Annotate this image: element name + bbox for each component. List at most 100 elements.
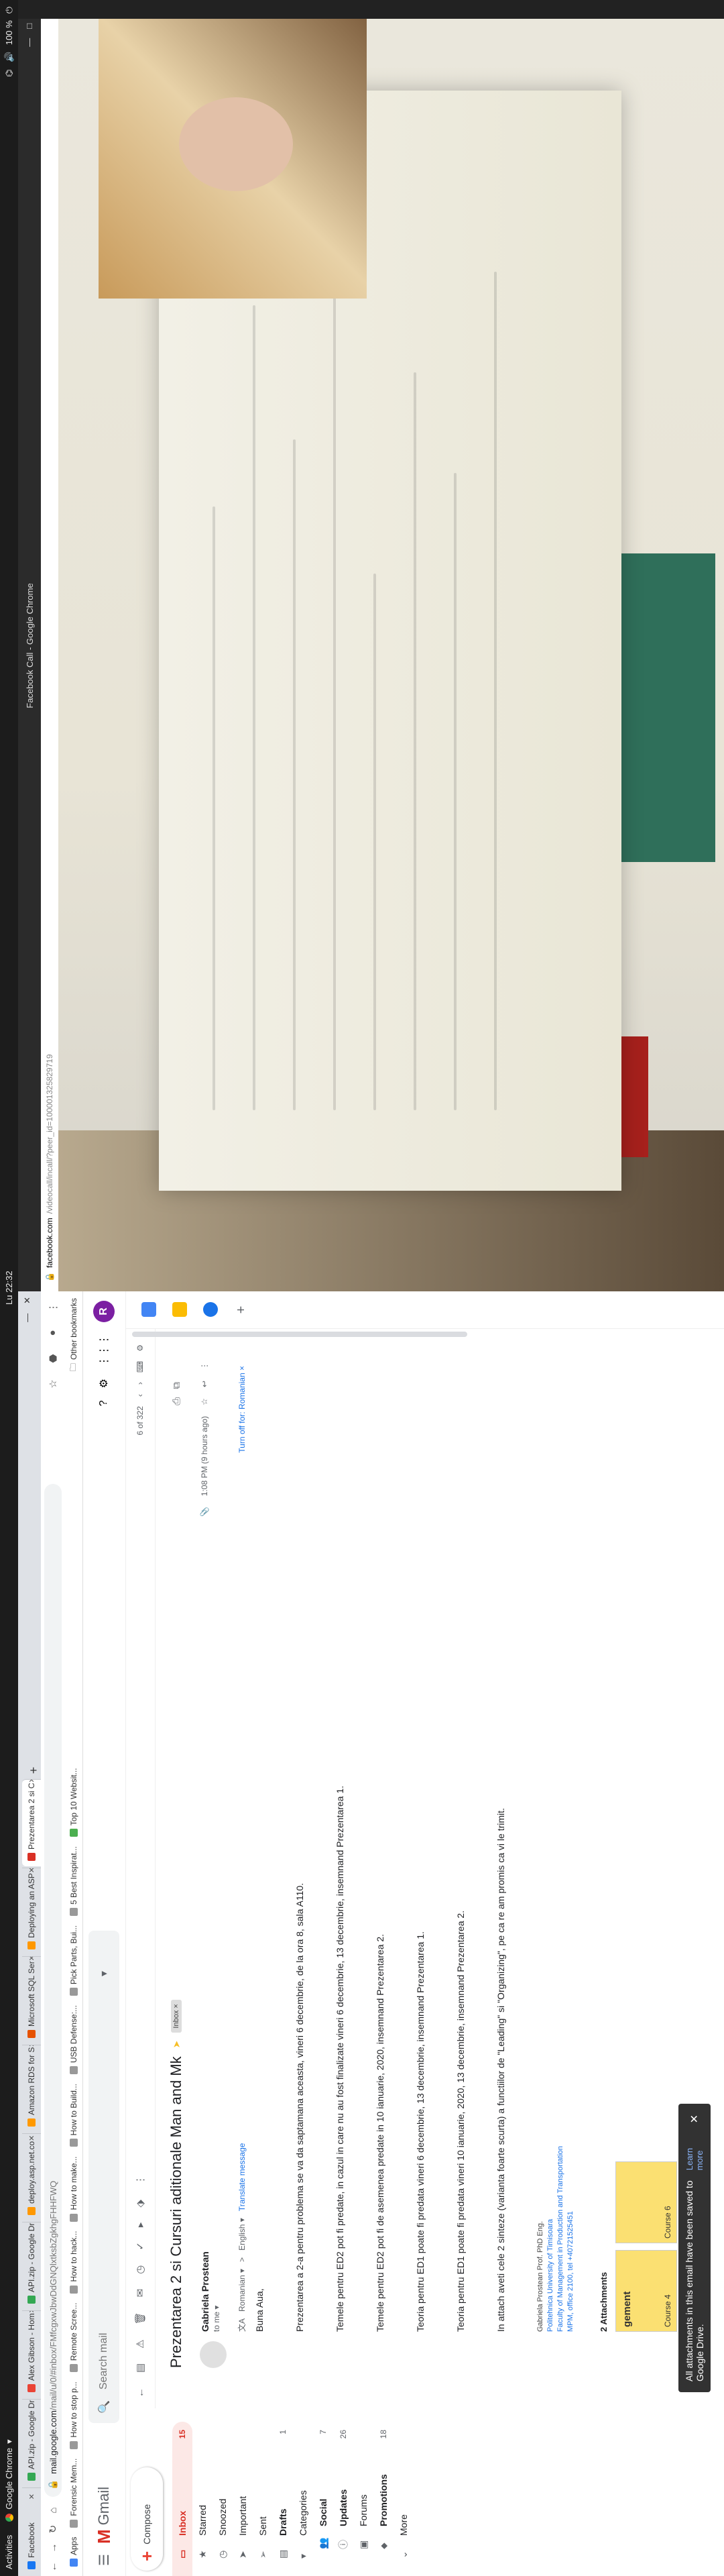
account-avatar[interactable]: R (93, 1301, 115, 1322)
message-scrollbar[interactable] (132, 1332, 467, 1337)
tab[interactable]: Facebook ✕ (22, 2487, 41, 2575)
attachment-card[interactable]: Course 6 (615, 2161, 677, 2243)
nav-promotions[interactable]: ⬥ Promotions 18 (373, 2422, 394, 2576)
older-chevron-icon[interactable]: › (135, 1382, 145, 1385)
close-icon[interactable]: ✕ (27, 2399, 36, 2400)
input-tools-icon[interactable]: ⌨ (135, 1361, 145, 1373)
profile-icon[interactable]: ● (47, 1324, 59, 1342)
nav-inbox[interactable]: ▭ Inbox 15 (172, 2422, 192, 2576)
close-icon[interactable]: ✕ (27, 2045, 36, 2047)
star-toggle-icon[interactable]: ☆ (200, 1398, 209, 1405)
tab-active[interactable]: Prezentarea 2 si C ✕ (22, 1779, 41, 1866)
inbox-label-chip[interactable]: Inbox × (171, 2000, 182, 2033)
settings-gear-icon[interactable]: ⚙ (97, 1379, 111, 1388)
add-task-icon[interactable]: ✓ (134, 2242, 146, 2251)
compose-button[interactable]: + Compose (131, 2467, 163, 2571)
close-icon[interactable]: ✕ (27, 1868, 36, 1873)
close-icon[interactable]: ✕ (27, 1779, 36, 1783)
nav-important[interactable]: ➤ Important (233, 2422, 253, 2576)
search-icon[interactable]: 🔍 (97, 2400, 111, 2414)
maximize-icon[interactable]: □ (24, 23, 35, 29)
close-icon[interactable]: ✕ (27, 2135, 36, 2141)
reply-icon[interactable]: ↩ (200, 1381, 209, 1387)
close-icon[interactable]: ✕ (27, 2222, 36, 2223)
close-icon[interactable]: ✕ (27, 1956, 36, 1961)
bookmark-item[interactable]: How to make... (69, 2156, 78, 2222)
search-options-icon[interactable]: ▾ (97, 1971, 111, 1976)
facebook-url-bar[interactable]: 🔒 facebook.com/videocall/incall/?peer_id… (41, 0, 58, 1291)
clock[interactable]: Lu 22:32 (4, 1271, 14, 1305)
tasks-icon[interactable] (203, 1302, 218, 1318)
gmail-logo[interactable]: M Gmail (94, 2423, 115, 2544)
tab[interactable]: API.zip - Google Dr✕ (22, 2399, 41, 2486)
add-addon-icon[interactable]: + (234, 1306, 249, 1314)
nav-updates[interactable]: ⓘ Updates 26 (333, 2422, 353, 2576)
more-actions-icon[interactable]: ⋮ (134, 2175, 146, 2185)
system-tray[interactable]: ⌬ 🔊 100 % ⏻ (4, 7, 15, 77)
home-icon[interactable]: ⌂ (48, 2501, 59, 2520)
address-bar[interactable]: 🔒 mail.google.com/mail/u/0/#inbox/FMfcgx… (44, 1484, 62, 2497)
nav-more[interactable]: ⌄ More (394, 2422, 414, 2576)
snooze-icon[interactable]: ◷ (134, 2265, 146, 2274)
label-icon[interactable]: ⬗ (134, 2200, 146, 2208)
nav-drafts[interactable]: ▤ Drafts 1 (273, 2422, 293, 2576)
turn-off-translate[interactable]: Turn off for: Romanian × (237, 1366, 247, 1453)
nav-sent[interactable]: ➢ Sent (253, 2422, 273, 2576)
back-icon[interactable]: ← (48, 2557, 59, 2576)
close-icon[interactable]: ✕ (27, 2493, 36, 2500)
nav-forums[interactable]: ▣ Forums (353, 2422, 373, 2576)
bookmark-item[interactable]: Pick Parts, Bui... (69, 1925, 78, 1996)
minimize-icon[interactable]: — (24, 38, 35, 47)
bookmark-item[interactable]: How to Build... (69, 2084, 78, 2147)
bookmark-item[interactable]: How to hack... (69, 2231, 78, 2294)
attachment-card[interactable]: gement Course 4 (615, 2250, 677, 2332)
new-window-icon[interactable]: ⧉ (171, 1382, 182, 1389)
nav-starred[interactable]: ★ Starred (192, 2422, 213, 2576)
bookmark-item[interactable]: USB Defense:... (69, 2005, 78, 2075)
back-to-inbox-icon[interactable]: ← (135, 2387, 146, 2398)
bookmark-item[interactable]: Apps (69, 2537, 78, 2567)
mark-unread-icon[interactable]: ✉ (134, 2289, 146, 2298)
newer-chevron-icon[interactable]: ‹ (135, 1394, 145, 1397)
important-marker-icon[interactable]: ➤ (171, 2041, 182, 2049)
delete-icon[interactable]: 🗑 (134, 2312, 146, 2324)
search-input[interactable] (97, 1986, 111, 2392)
app-menu[interactable]: Google Chrome ▾ (4, 2439, 15, 2522)
minimize-icon[interactable]: — (22, 1313, 33, 1322)
translate-from[interactable]: Romanian ▾ (237, 2269, 247, 2312)
video-call-feed[interactable] (58, 0, 724, 1291)
message-more-icon[interactable]: ⋮ (200, 1362, 209, 1370)
close-icon[interactable]: ✕ (27, 2310, 36, 2313)
signature-line[interactable]: Politehnica University of Timisoara (546, 1328, 556, 2332)
reload-icon[interactable]: ↻ (47, 2520, 59, 2538)
apps-grid-icon[interactable]: ⋮⋮⋮ (97, 1334, 111, 1366)
tab[interactable]: deploy.asp.net.co ✕ (22, 2133, 41, 2220)
other-bookmarks[interactable]: 🗀 Other bookmarks (67, 1298, 81, 1371)
settings-icon[interactable]: ⚙ (135, 1344, 145, 1352)
signature-line[interactable]: Faculty of Management in Production and … (556, 1328, 566, 2332)
forward-icon[interactable]: → (48, 2538, 59, 2557)
nav-categories[interactable]: ▾ Categories (293, 2422, 313, 2576)
tab[interactable]: API.zip - Google Dr✕ (22, 2222, 41, 2309)
main-menu-icon[interactable]: ☰ (96, 2544, 113, 2576)
nav-snoozed[interactable]: ◷ Snoozed (213, 2422, 233, 2576)
bookmark-item[interactable]: 5 Best Inspirat... (69, 1846, 78, 1917)
bookmark-item[interactable]: Top 10 Websit... (69, 1768, 78, 1837)
move-to-icon[interactable]: ▸ (134, 2222, 146, 2228)
calendar-icon[interactable] (141, 1302, 156, 1318)
report-spam-icon[interactable]: ⚠ (134, 2339, 146, 2348)
bookmark-item[interactable]: Remote Scree... (69, 2303, 78, 2373)
bookmark-item[interactable]: How to stop p... (69, 2381, 78, 2449)
translate-to[interactable]: English ▾ (237, 2218, 247, 2251)
new-tab-button[interactable]: + (27, 1762, 41, 1779)
keep-icon[interactable] (172, 1302, 187, 1318)
activities-button[interactable]: Activities (4, 2535, 14, 2569)
bookmark-item[interactable]: Forensic Mem... (69, 2459, 78, 2528)
help-icon[interactable]: ? (98, 1400, 110, 1406)
close-window-icon[interactable]: ✕ (22, 1297, 33, 1304)
tab[interactable]: Alex Gibson - Hom✕ (22, 2310, 41, 2398)
search-box[interactable]: 🔍 ▾ (88, 1931, 119, 2423)
print-icon[interactable]: ⎙ (171, 1397, 182, 1405)
nav-social[interactable]: 👥 Social 7 (313, 2422, 333, 2576)
tab[interactable]: Microsoft SQL Ser ✕ (22, 1956, 41, 2043)
